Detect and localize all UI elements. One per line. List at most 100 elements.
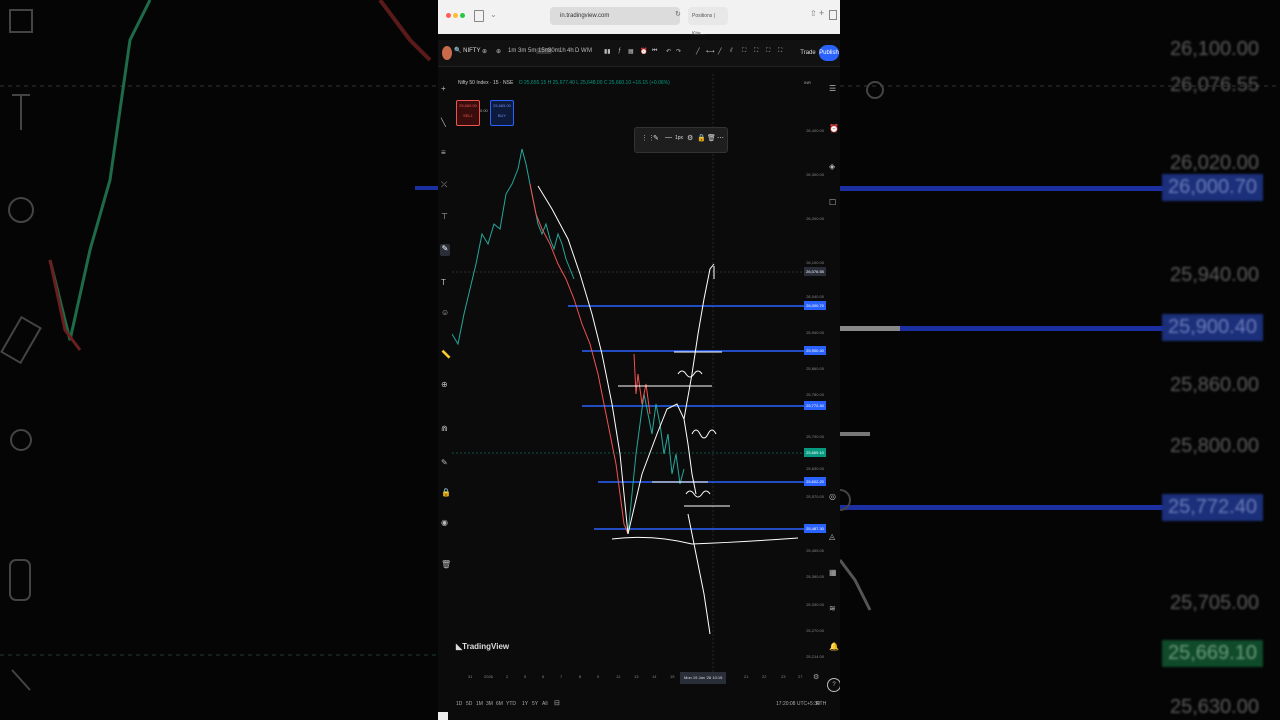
session-label[interactable]: RTH bbox=[816, 701, 826, 707]
crosshair-icon[interactable]: + bbox=[441, 84, 446, 93]
url-bar[interactable]: in.tradingview.com bbox=[550, 7, 680, 25]
templates-icon[interactable]: ▦ bbox=[628, 48, 634, 55]
more-icon[interactable]: ⛶ bbox=[778, 48, 782, 55]
interval-30m[interactable]: 30m bbox=[548, 48, 560, 54]
interval-4h[interactable]: 4h bbox=[567, 48, 574, 54]
magnet-icon[interactable]: ⋒ bbox=[441, 424, 448, 433]
interval-3m[interactable]: 3m bbox=[518, 48, 526, 54]
chart-type-icon[interactable]: ▮▮ bbox=[604, 48, 611, 55]
range-5y[interactable]: 5Y bbox=[532, 701, 538, 707]
settings-icon[interactable]: ⛶ bbox=[766, 48, 770, 55]
ruler-icon[interactable]: 📏 bbox=[441, 350, 451, 359]
sidebar-icon[interactable] bbox=[474, 10, 484, 22]
buy-button[interactable]: 25,665.00 BUY bbox=[490, 100, 514, 126]
prediction-tool-icon[interactable]: ⊤ bbox=[441, 212, 448, 221]
text-tool-icon[interactable]: T bbox=[441, 278, 446, 287]
maximize-window-icon[interactable] bbox=[460, 13, 465, 18]
pattern-tool-icon[interactable]: ⤫ bbox=[441, 180, 447, 190]
help-icon[interactable]: ? bbox=[827, 678, 840, 692]
trend-line-icon[interactable]: ╱ bbox=[696, 48, 700, 55]
interval-1m[interactable]: 1m bbox=[508, 48, 516, 54]
currency-label[interactable]: INR bbox=[804, 80, 811, 85]
ideas-icon[interactable]: ◎ bbox=[829, 492, 836, 501]
interval-w[interactable]: W bbox=[581, 48, 587, 54]
notifications-icon[interactable]: 🔔 bbox=[829, 642, 839, 651]
interval-m[interactable]: M bbox=[587, 48, 592, 54]
layout-icon[interactable]: ⫽ bbox=[730, 48, 733, 55]
object-tree-icon[interactable]: ◈ bbox=[829, 162, 835, 171]
close-window-icon[interactable] bbox=[446, 13, 451, 18]
range-3m[interactable]: 3M bbox=[486, 701, 493, 707]
chevron-down-icon[interactable]: ⌄ bbox=[490, 10, 497, 19]
alert-icon[interactable]: ⏰ bbox=[640, 48, 647, 55]
reload-icon[interactable]: ↻ bbox=[675, 10, 681, 18]
settings-gear-icon[interactable]: ⚙ bbox=[687, 134, 693, 142]
fib-tool-icon[interactable]: ≡ bbox=[441, 148, 446, 157]
bg-price-label: 25,630.00 bbox=[1170, 696, 1259, 718]
range-6m[interactable]: 6M bbox=[496, 701, 503, 707]
stay-drawing-icon[interactable]: ✎ bbox=[441, 458, 448, 467]
indicators-icon[interactable]: ƒ bbox=[618, 48, 621, 54]
add-symbol-icon[interactable]: ⊕ bbox=[496, 48, 501, 55]
line-style-icon[interactable]: — bbox=[665, 134, 672, 141]
chart-title[interactable]: Nifty 50 Index · 15 · NSE bbox=[458, 80, 513, 86]
watchlist-icon[interactable]: ☰ bbox=[829, 84, 836, 93]
range-5d[interactable]: 5D bbox=[466, 701, 472, 707]
redo-icon[interactable]: ↷ bbox=[676, 48, 681, 55]
lock-icon[interactable]: 🔒 bbox=[441, 488, 451, 497]
signal-icon[interactable]: ≋ bbox=[829, 604, 836, 613]
streams-icon[interactable]: ◬ bbox=[829, 532, 835, 541]
brush-icon[interactable]: ╱ bbox=[718, 48, 722, 55]
lock-drawing-icon[interactable]: 🔒 bbox=[697, 134, 706, 142]
interval-1h[interactable]: 1h bbox=[559, 48, 566, 54]
date-range-icon[interactable]: ⊟ bbox=[554, 699, 560, 707]
clock-label[interactable]: 17:20:08 UTC+5:30 bbox=[776, 701, 820, 707]
line-width-icon[interactable]: 1px bbox=[675, 135, 683, 141]
price-tick: 25,390.00 bbox=[806, 574, 824, 579]
trade-button[interactable]: Trade bbox=[798, 45, 818, 61]
axis-settings-icon[interactable]: ⚙ bbox=[813, 673, 819, 681]
trash-icon[interactable]: 🗑 bbox=[441, 560, 451, 569]
price-chart[interactable] bbox=[452, 74, 804, 672]
price-label-level: 25,487.30 bbox=[804, 524, 826, 533]
more-options-icon[interactable]: ⋯ bbox=[717, 134, 724, 142]
eye-icon[interactable]: ◉ bbox=[441, 518, 448, 527]
interval-d[interactable]: D bbox=[575, 48, 579, 54]
browser-tab[interactable]: Positions | Kite... bbox=[688, 7, 728, 37]
zoom-icon[interactable]: ⊕ bbox=[441, 380, 448, 389]
alerts-icon[interactable]: ⏰ bbox=[829, 124, 839, 133]
hand-drawn-annotations[interactable] bbox=[537, 185, 799, 635]
trend-line-tool-icon[interactable]: ╲ bbox=[441, 118, 446, 127]
floating-drawing-toolbar: ⋮⋮ ✎ — 1px ⚙ 🔒 🗑 ⋯ bbox=[634, 127, 728, 153]
delete-drawing-icon[interactable]: 🗑 bbox=[707, 134, 716, 142]
brush-tool-icon[interactable]: ✎ bbox=[440, 244, 450, 256]
new-tab-icon[interactable]: + bbox=[819, 8, 824, 18]
range-1m[interactable]: 1M bbox=[476, 701, 483, 707]
horizontal-line-icon[interactable]: ⟷ bbox=[706, 48, 715, 55]
screenshot-icon[interactable]: ⛶ bbox=[754, 48, 758, 55]
tab-label: Positions | Kite... bbox=[692, 13, 715, 37]
range-1y[interactable]: 1Y bbox=[522, 701, 528, 707]
date-tick: 14 bbox=[652, 674, 657, 679]
publish-button[interactable]: Publish bbox=[819, 45, 839, 61]
range-ytd[interactable]: YTD bbox=[506, 701, 516, 707]
chat-icon[interactable]: ☐ bbox=[829, 198, 836, 207]
undo-icon[interactable]: ↶ bbox=[666, 48, 671, 55]
emoji-tool-icon[interactable]: ☺ bbox=[441, 308, 449, 317]
pencil-icon[interactable]: ✎ bbox=[653, 134, 659, 142]
minimize-window-icon[interactable] bbox=[453, 13, 458, 18]
symbol-search[interactable]: 🔍 NIFTY bbox=[454, 47, 480, 54]
price-axis[interactable]: INR 26,400.00 26,300.00 26,200.00 26,100… bbox=[804, 74, 826, 674]
price-tick: 25,780.00 bbox=[806, 392, 824, 397]
replay-icon[interactable]: ⏮ bbox=[652, 48, 657, 55]
compare-icon[interactable]: ⊕ bbox=[482, 48, 487, 55]
range-1d[interactable]: 1D bbox=[456, 701, 462, 707]
date-axis[interactable]: 31 2026 2 5 6 7 8 9 12 13 14 15 Mon 19 J… bbox=[452, 672, 819, 684]
sell-button[interactable]: 25,660.00 SELL bbox=[456, 100, 480, 126]
fullscreen-icon[interactable]: ⛶ bbox=[742, 48, 746, 55]
range-all[interactable]: All bbox=[542, 701, 548, 707]
avatar[interactable] bbox=[442, 46, 452, 60]
tabs-overview-icon[interactable] bbox=[829, 10, 837, 20]
calendar-icon[interactable]: ▦ bbox=[829, 568, 837, 577]
share-icon[interactable]: ⇧ bbox=[810, 9, 817, 18]
